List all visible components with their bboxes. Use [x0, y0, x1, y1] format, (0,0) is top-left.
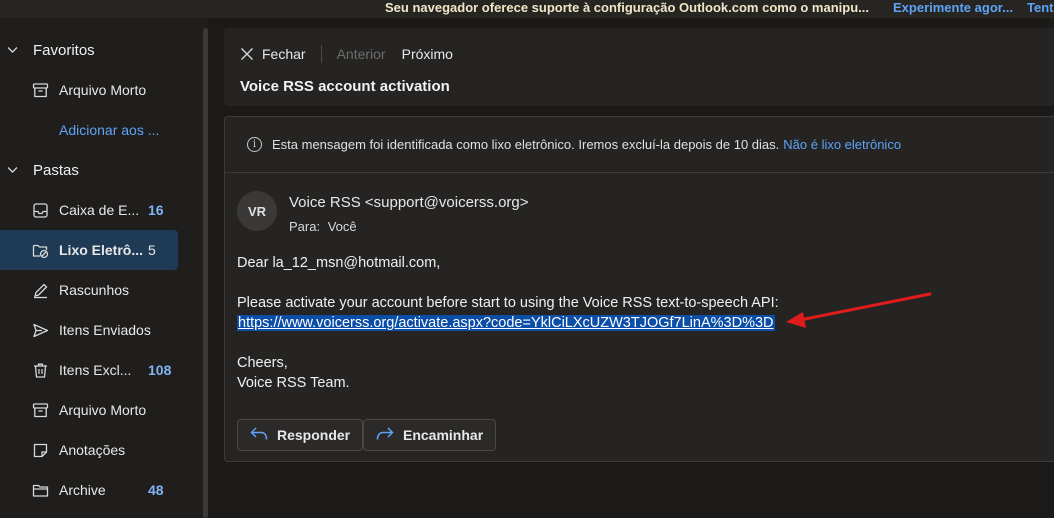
archive-icon — [0, 402, 59, 419]
previous-button[interactable]: Anterior — [337, 46, 386, 62]
info-icon: i — [247, 137, 262, 152]
unread-count: 16 — [148, 202, 164, 218]
sidebar-item-archive-folder[interactable]: Archive 48 — [0, 470, 178, 510]
avatar[interactable]: VR — [237, 191, 277, 231]
body-signature: Voice RSS Team. — [237, 375, 350, 391]
archive-icon — [0, 82, 59, 99]
sidebar-item-inbox[interactable]: Caixa de E... 16 — [0, 190, 178, 230]
sidebar-item-favorite-archive[interactable]: Arquivo Morto — [0, 70, 178, 110]
unread-count: 5 — [148, 242, 156, 258]
message-card: i Esta mensagem foi identificada como li… — [224, 116, 1054, 462]
close-button[interactable]: Fechar — [240, 46, 306, 62]
sidebar-item-sent[interactable]: Itens Enviados — [0, 310, 178, 350]
reading-toolbar: Fechar Anterior Próximo Voice RSS accoun… — [224, 28, 1054, 106]
sidebar-item-label: Itens Enviados — [59, 322, 151, 338]
body-line: Please activate your account before star… — [237, 295, 779, 311]
reply-label: Responder — [277, 427, 351, 443]
body-greeting: Dear la_12_msn@hotmail.com, — [237, 255, 441, 271]
next-button[interactable]: Próximo — [402, 46, 453, 62]
toolbar-divider — [320, 45, 322, 63]
message-subject: Voice RSS account activation — [240, 78, 450, 95]
sender-name[interactable]: Voice RSS <support@voicerss.org> — [289, 194, 529, 211]
sidebar-item-archive[interactable]: Arquivo Morto — [0, 390, 178, 430]
chevron-down-icon — [0, 163, 33, 177]
recipient-name[interactable]: Você — [328, 219, 357, 234]
forward-icon — [376, 427, 394, 443]
banner-more-link[interactable]: Tent — [1027, 0, 1053, 15]
note-icon — [0, 442, 59, 459]
recipient-line: Para: Você — [289, 219, 357, 234]
sidebar-item-label: Caixa de E... — [59, 202, 140, 218]
pencil-icon — [0, 282, 59, 299]
junk-notice-text: Esta mensagem foi identificada como lixo… — [272, 137, 780, 152]
message-body: Dear la_12_msn@hotmail.com, Please activ… — [237, 253, 779, 393]
sidebar-item-deleted[interactable]: Itens Excl... 108 — [0, 350, 178, 390]
junk-folder-icon — [0, 242, 59, 259]
sidebar-item-label: Arquivo Morto — [59, 82, 147, 98]
chevron-down-icon — [0, 43, 33, 57]
folders-header[interactable]: Pastas — [0, 150, 200, 190]
sidebar-item-label: Rascunhos — [59, 282, 130, 298]
forward-button[interactable]: Encaminhar — [363, 419, 497, 451]
sidebar-item-notes[interactable]: Anotações — [0, 430, 178, 470]
sidebar-item-drafts[interactable]: Rascunhos — [0, 270, 178, 310]
favorites-header[interactable]: Favoritos — [0, 30, 200, 70]
add-favorite-link[interactable]: Adicionar aos ... — [59, 122, 159, 138]
folder-pane-scrollbar[interactable] — [203, 28, 208, 518]
browser-banner: Seu navegador oferece suporte à configur… — [0, 0, 1054, 18]
close-icon — [240, 47, 254, 62]
send-icon — [0, 322, 59, 339]
favorites-title: Favoritos — [33, 41, 95, 59]
sidebar-item-label: Anotações — [59, 442, 126, 458]
junk-notice-bar: i Esta mensagem foi identificada como li… — [225, 117, 1054, 173]
body-closing: Cheers, — [237, 355, 288, 371]
reply-button[interactable]: Responder — [237, 419, 364, 451]
reply-icon — [250, 427, 268, 443]
unread-count: 48 — [148, 482, 164, 498]
folder-icon — [0, 482, 59, 499]
trash-icon — [0, 362, 59, 379]
sidebar-item-label: Lixo Eletrô... — [59, 242, 144, 258]
banner-try-link[interactable]: Experimente agor... — [893, 0, 1013, 15]
close-label: Fechar — [262, 46, 306, 62]
not-junk-link[interactable]: Não é lixo eletrônico — [783, 137, 901, 152]
folders-title: Pastas — [33, 161, 79, 179]
banner-message: Seu navegador oferece suporte à configur… — [385, 0, 869, 15]
sidebar-item-label: Itens Excl... — [59, 362, 132, 378]
activation-link[interactable]: https://www.voicerss.org/activate.aspx?c… — [237, 315, 775, 331]
sidebar-item-label: Archive — [59, 482, 106, 498]
sidebar-item-junk[interactable]: Lixo Eletrô... 5 — [0, 230, 178, 270]
unread-count: 108 — [148, 362, 172, 378]
forward-label: Encaminhar — [403, 427, 484, 443]
toolbar-actions: Fechar Anterior Próximo — [240, 45, 453, 63]
recipient-prefix: Para: — [289, 219, 321, 234]
sidebar-item-label: Arquivo Morto — [59, 402, 147, 418]
inbox-icon — [0, 202, 59, 219]
